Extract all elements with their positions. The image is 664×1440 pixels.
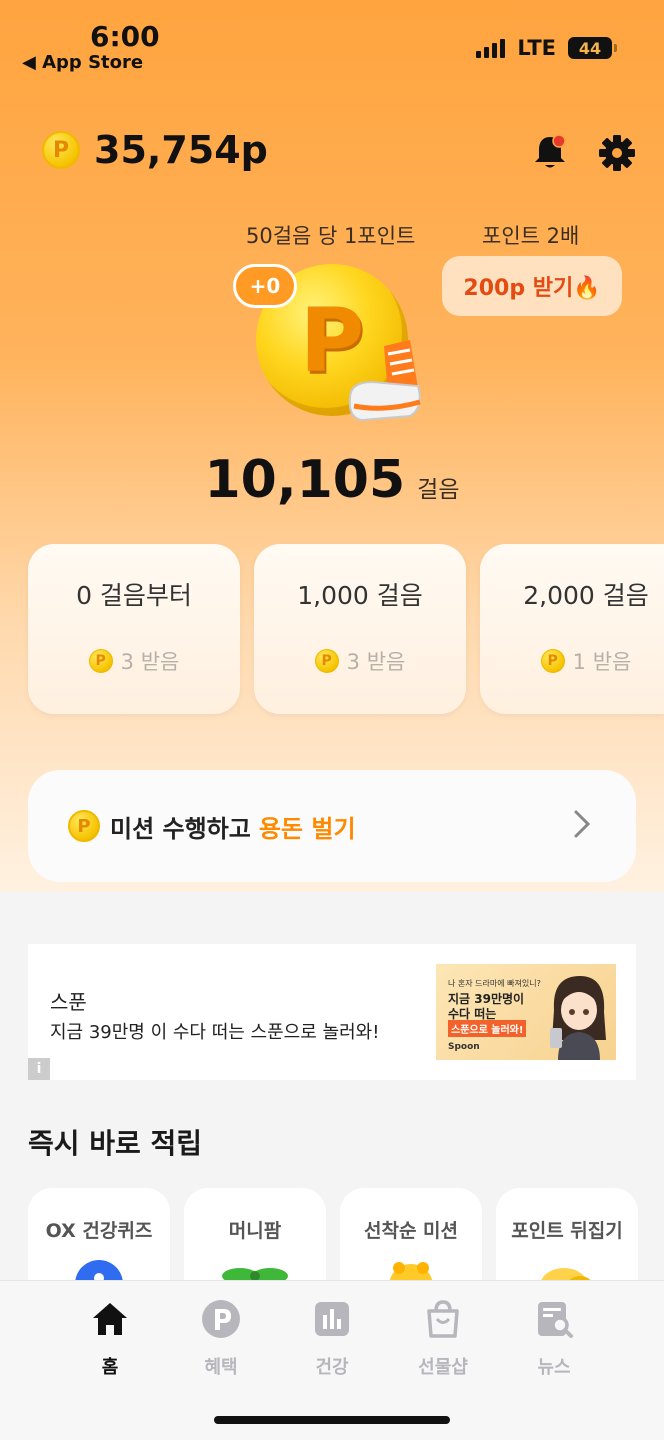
mission-text: 미션 수행하고 xyxy=(110,814,251,843)
home-icon xyxy=(93,1303,127,1335)
milestone-title: 0 걸음부터 xyxy=(76,581,192,610)
coin-icon: P xyxy=(314,649,339,673)
ad-banner[interactable]: 스푼 지금 39만명 이 수다 떠는 스푼으로 놀러와! i 나 혼자 드라마에… xyxy=(28,944,636,1080)
milestone-reward-text: 3 받음 xyxy=(120,650,180,674)
coin-icon: P xyxy=(540,649,565,673)
ad-title: 스푼 xyxy=(50,990,87,1014)
tab-label: 혜택 xyxy=(204,1357,238,1378)
back-to-app-store[interactable]: ◀ App Store xyxy=(22,52,143,73)
tab-health[interactable]: 건강 xyxy=(287,1299,377,1379)
milestone-reward-text: 1 받음 xyxy=(572,650,632,674)
chart-icon xyxy=(315,1302,349,1336)
instant-card-label: 머니팜 xyxy=(228,1220,282,1242)
shopping-bag-icon xyxy=(427,1300,459,1338)
bell-icon[interactable] xyxy=(530,132,570,172)
status-indicators: LTE 44 xyxy=(476,36,617,60)
coin-icon: P xyxy=(88,649,113,673)
ad-image: 나 혼자 드라마에 빠져있니? 지금 39만명이 수다 떠는 스푼으로 놀러와!… xyxy=(436,964,616,1060)
step-count: 10,105 걸음 xyxy=(0,450,664,510)
ad-image-line: 스푼으로 놀러와! xyxy=(448,1020,527,1037)
milestone-card[interactable]: 0 걸음부터 P 3 받음 xyxy=(28,544,240,714)
home-indicator[interactable] xyxy=(214,1416,450,1424)
total-points-value: 35,754p xyxy=(94,128,268,172)
step-count-value: 10,105 xyxy=(204,450,406,510)
ad-description: 지금 39만명 이 수다 떠는 스푼으로 놀러와! xyxy=(50,1022,380,1043)
sneaker-icon xyxy=(348,340,421,422)
milestone-reward: P 3 받음 xyxy=(254,646,466,676)
pending-points-badge: +0 xyxy=(233,264,297,308)
ad-info-icon[interactable]: i xyxy=(28,1058,50,1080)
milestone-title: 1,000 걸음 xyxy=(297,581,423,610)
benefit-p-icon xyxy=(202,1300,240,1338)
tab-benefits[interactable]: 혜택 xyxy=(176,1299,266,1379)
get-200p-button[interactable]: 200p 받기🔥 xyxy=(442,256,622,316)
signal-icon xyxy=(476,38,506,58)
character-illustration xyxy=(550,976,606,1060)
coin-icon: P xyxy=(42,131,80,169)
instant-rewards-title: 즉시 바로 적립 xyxy=(28,1127,203,1160)
instant-card-label: 선착순 미션 xyxy=(363,1220,458,1242)
battery-icon: 44 xyxy=(568,37,617,59)
coin-icon: P xyxy=(68,810,100,842)
instant-card-label: OX 건강퀴즈 xyxy=(45,1220,153,1242)
news-search-icon xyxy=(538,1302,573,1338)
network-label: LTE xyxy=(517,36,556,60)
milestone-card[interactable]: 1,000 걸음 P 3 받음 xyxy=(254,544,466,714)
tab-label: 뉴스 xyxy=(537,1357,571,1378)
milestone-title: 2,000 걸음 xyxy=(523,581,649,610)
status-time: 6:00 xyxy=(90,20,160,53)
double-points-label: 포인트 2배 xyxy=(482,224,580,248)
milestone-reward: P 1 받음 xyxy=(480,646,664,676)
gear-icon[interactable] xyxy=(598,134,636,172)
mission-highlight: 용돈 벌기 xyxy=(258,814,356,843)
points-per-steps-label: 50걸음 당 1포인트 xyxy=(246,224,416,248)
tab-news[interactable]: 뉴스 xyxy=(509,1299,599,1379)
instant-card-label: 포인트 뒤집기 xyxy=(511,1220,623,1242)
mission-banner[interactable]: P 미션 수행하고 용돈 벌기 xyxy=(28,770,636,882)
tab-label: 홈 xyxy=(101,1357,119,1378)
tab-home[interactable]: 홈 xyxy=(65,1299,155,1379)
ad-brand: Spoon xyxy=(448,1042,480,1052)
milestone-reward: P 3 받음 xyxy=(28,646,240,676)
tab-label: 건강 xyxy=(315,1357,349,1378)
milestone-card[interactable]: 2,000 걸음 P 1 받음 xyxy=(480,544,664,714)
milestone-reward-text: 3 받음 xyxy=(346,650,406,674)
chevron-right-icon xyxy=(574,810,591,838)
ad-image-line: 나 혼자 드라마에 빠져있니? xyxy=(448,979,541,988)
tab-label: 선물샵 xyxy=(418,1357,468,1378)
total-points[interactable]: P 35,754p xyxy=(42,128,268,172)
step-count-unit: 걸음 xyxy=(417,477,460,503)
tab-gift-shop[interactable]: 선물샵 xyxy=(398,1299,488,1379)
